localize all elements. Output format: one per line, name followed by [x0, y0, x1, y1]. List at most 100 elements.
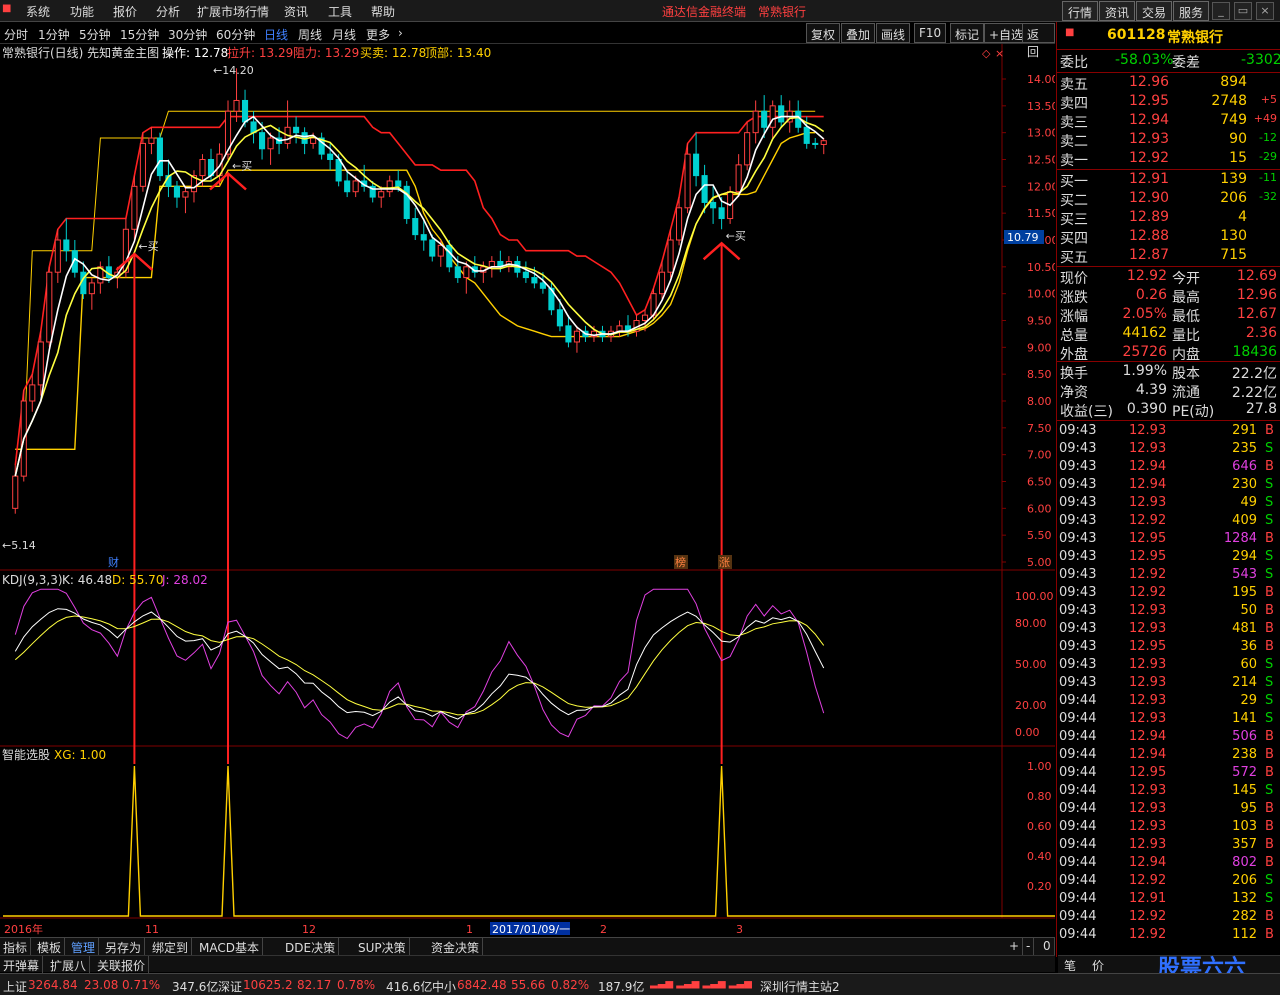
sz-index[interactable]: 10625.2: [243, 978, 293, 992]
menu-news[interactable]: 资讯: [284, 3, 308, 20]
candle-body: [182, 191, 189, 198]
extra-tab[interactable]: 扩展八: [47, 956, 91, 973]
indicator-tab[interactable]: SUP决策: [355, 938, 410, 955]
indicator-tab[interactable]: 绑定到: [149, 938, 193, 955]
extra-tab[interactable]: 开弹幕: [0, 956, 44, 973]
separator: [1057, 361, 1280, 362]
zoom-button[interactable]: 0: [1040, 938, 1055, 955]
period-intraday[interactable]: 分时: [4, 26, 28, 43]
tab-trades[interactable]: 笔: [1064, 957, 1076, 974]
rp-bottom-tabs: 笔 价 股票六六: [1058, 955, 1280, 981]
period-more[interactable]: 更多: [366, 26, 390, 43]
badge-bang[interactable]: 榜: [675, 555, 686, 569]
indicator-tab[interactable]: 管理: [68, 938, 100, 955]
buy-row[interactable]: 买五 12.87 715: [1057, 247, 1280, 266]
main-header-name: 常熟银行(日线) 先知黄金主图: [2, 45, 159, 60]
app-logo-icon[interactable]: ■: [2, 3, 11, 14]
period-toolbar: 分时 1分钟 5分钟 15分钟 30分钟 60分钟 日线 周线 月线 更多 › …: [0, 22, 1055, 59]
menu-system[interactable]: 系统: [26, 3, 50, 20]
candle-body: [522, 271, 529, 279]
indicator-tab[interactable]: 模板: [34, 938, 66, 955]
minimize-icon[interactable]: _: [1212, 2, 1230, 20]
buy-row[interactable]: 买四 12.88 130: [1057, 228, 1280, 247]
badge-cai[interactable]: 财: [108, 555, 119, 569]
menu-quote[interactable]: 报价: [113, 3, 137, 20]
btn-trade[interactable]: 交易: [1136, 1, 1173, 21]
chart-area[interactable]: 常熟银行(日线) 先知黄金主图 操作: 12.78 拉升: 13.29 阻力: …: [0, 44, 1055, 937]
tick-row: 09:43 12.95 1284 B: [1059, 531, 1274, 546]
btn-overlay[interactable]: 叠加: [841, 23, 876, 43]
indicator-tab[interactable]: DDE决策: [282, 938, 340, 955]
btn-adjust[interactable]: 复权: [806, 23, 841, 43]
buy-label: 买五: [1060, 250, 1088, 266]
btn-quotes[interactable]: 行情: [1062, 1, 1099, 21]
sell-price: 12.94: [1129, 112, 1170, 128]
indicator-tab[interactable]: 另存为: [102, 938, 146, 955]
stock-code-header[interactable]: ■ 601128 常熟银行: [1057, 22, 1280, 50]
zoom-button[interactable]: +: [1006, 938, 1024, 955]
buy-row[interactable]: 买一 12.91 139 -11: [1057, 171, 1280, 190]
sell-row[interactable]: 卖一 12.92 15 -29: [1057, 150, 1280, 169]
diamond-icon: ◇: [982, 47, 991, 60]
tick-row: 09:44 12.95 572 B: [1059, 765, 1274, 780]
sh-index[interactable]: 3264.84: [28, 978, 78, 992]
price-tick-label: 12.50: [1027, 154, 1055, 167]
indicator-tabs: 指标 模板 管理 另存为 绑定到 MACD基本 DDE决策 SUP决策 资金决策 + -0: [0, 937, 1055, 955]
period-60min[interactable]: 60分钟: [216, 26, 255, 43]
menu-help[interactable]: 帮助: [371, 3, 395, 20]
extra-tab[interactable]: 关联报价: [94, 956, 150, 973]
period-daily[interactable]: 日线: [264, 26, 288, 43]
server-name[interactable]: 深圳行情主站2: [760, 978, 840, 995]
menu-extended-market[interactable]: 扩展市场行情: [197, 3, 269, 20]
kdj-k-label: K: 46.48: [62, 573, 112, 587]
tab-price[interactable]: 价: [1092, 957, 1104, 974]
btn-service[interactable]: 服务: [1173, 1, 1210, 21]
tick-row: 09:44 12.93 29 S: [1059, 693, 1274, 708]
candle-body: [735, 164, 742, 193]
stat-row: 总量 44162 量比 2.36: [1060, 325, 1277, 344]
close-icon[interactable]: ×: [1256, 2, 1274, 20]
btn-draw[interactable]: 画线: [876, 23, 911, 43]
period-15min[interactable]: 15分钟: [120, 26, 159, 43]
buy-row[interactable]: 买三 12.89 4: [1057, 209, 1280, 228]
badge-zhang[interactable]: 涨: [719, 556, 730, 569]
period-1min[interactable]: 1分钟: [38, 26, 70, 43]
sell-row[interactable]: 卖二 12.93 90 -12: [1057, 131, 1280, 150]
period-5min[interactable]: 5分钟: [79, 26, 111, 43]
restore-icon[interactable]: ▭: [1234, 2, 1252, 20]
indicator-tab[interactable]: 资金决策: [428, 938, 484, 955]
tick-row: 09:44 12.94 238 B: [1059, 747, 1274, 762]
buy-volume: 715: [1220, 247, 1247, 263]
fund-row: 收益(三) 0.390 PE(动) 27.8: [1060, 401, 1277, 420]
btn-mark[interactable]: 标记: [950, 23, 985, 43]
price-tick-label: 5.50: [1027, 529, 1052, 542]
sell-row[interactable]: 卖四 12.95 2748 +5: [1057, 93, 1280, 112]
tick-row: 09:44 12.93 103 B: [1059, 819, 1274, 834]
period-weekly[interactable]: 周线: [298, 26, 322, 43]
buy-row[interactable]: 买二 12.90 206 -32: [1057, 190, 1280, 209]
xg-tick-label: 0.40: [1027, 850, 1052, 863]
period-monthly[interactable]: 月线: [332, 26, 356, 43]
sell-row[interactable]: 卖五 12.96 894: [1057, 74, 1280, 93]
btn-news[interactable]: 资讯: [1099, 1, 1136, 21]
zx-index[interactable]: 6842.48: [457, 978, 507, 992]
menu-tools[interactable]: 工具: [328, 3, 352, 20]
menu-analysis[interactable]: 分析: [156, 3, 180, 20]
time-label: 1: [466, 923, 473, 936]
stat-row: 涨幅 2.05% 最低 12.67: [1060, 306, 1277, 325]
zoom-button[interactable]: -: [1023, 938, 1035, 955]
sell-row[interactable]: 卖三 12.94 749 +49: [1057, 112, 1280, 131]
menu-function[interactable]: 功能: [70, 3, 94, 20]
close-panel-icon[interactable]: ×: [995, 47, 1004, 60]
xg-signal-line: [3, 765, 1055, 917]
moving-averages: [14, 115, 825, 477]
btn-f10[interactable]: F10: [914, 23, 947, 43]
indicator-tab[interactable]: 指标: [0, 938, 32, 955]
indicator-tab[interactable]: MACD基本: [196, 938, 263, 955]
sell-volume: 15: [1229, 150, 1247, 166]
ma-white-line: [14, 115, 825, 477]
candle-body: [667, 239, 674, 273]
chevron-right-icon[interactable]: ›: [398, 26, 403, 40]
period-30min[interactable]: 30分钟: [168, 26, 207, 43]
btn-back[interactable]: 返回: [1022, 23, 1055, 59]
